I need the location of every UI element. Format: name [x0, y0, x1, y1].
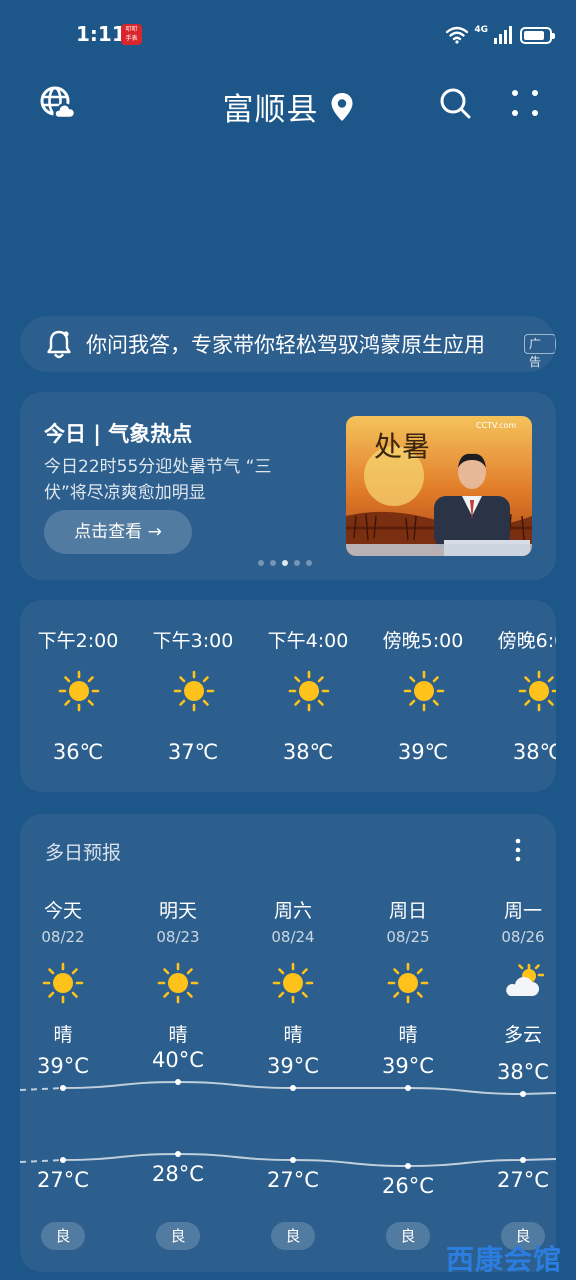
daily-forecast-card[interactable]: 多日预报 今天 08/22 晴 39°C 27°C 良 明天 08/23 晴 4…: [20, 814, 556, 1272]
sun-icon: [403, 670, 445, 712]
hourly-item: 傍晚6:00 38℃: [480, 600, 556, 792]
app-notification-icon: 叩叩 手表: [121, 24, 142, 45]
wifi-icon: [446, 26, 469, 44]
city-name: 富顺县: [222, 92, 319, 128]
day-condition: 晴: [53, 1024, 73, 1046]
day-low-temp: 27°C: [37, 1168, 89, 1192]
daily-item[interactable]: 明天 08/23 晴 40°C 28°C 良: [120, 814, 236, 1272]
day-high-temp: 40°C: [152, 1048, 204, 1072]
sun-icon: [518, 670, 556, 712]
hourly-item: 下午4:00 38℃: [250, 600, 366, 792]
day-date: 08/22: [41, 928, 85, 946]
hour-temperature: 39℃: [397, 740, 449, 764]
status-icons: 4G: [446, 22, 555, 48]
watermark-logo: 西康会馆: [446, 1243, 563, 1276]
sun-icon: [173, 670, 215, 712]
four-dots-icon: [512, 90, 538, 116]
day-high-temp: 38°C: [497, 1060, 549, 1084]
news-description: 今日22时55分迎处暑节气 “三伏”将尽凉爽愈加明显: [44, 457, 272, 503]
hourly-forecast-card[interactable]: 下午2:00 36℃ 下午3:00 37℃ 下午4:00 38℃ 傍晚5:00 …: [20, 600, 556, 792]
day-condition: 晴: [168, 1024, 188, 1046]
day-high-temp: 39°C: [267, 1054, 319, 1078]
hour-time: 下午4:00: [267, 630, 349, 652]
hour-time: 下午2:00: [37, 630, 119, 652]
day-name: 周六: [273, 900, 312, 922]
sun-icon: [387, 962, 429, 1004]
daily-item[interactable]: 今天 08/22 晴 39°C 27°C 良: [20, 814, 121, 1272]
carousel-dot-active[interactable]: [282, 560, 288, 566]
weather-app: 1:11 叩叩 手表 4G 富顺县 你问我答，专家带你轻松驾驭鸿蒙原生应用 广告…: [0, 0, 576, 1280]
carousel-dots: [258, 560, 312, 566]
news-thumbnail[interactable]: 处暑 CCTV.com: [346, 416, 532, 556]
hour-temperature: 38℃: [282, 740, 334, 764]
ad-banner[interactable]: 你问我答，专家带你轻松驾驭鸿蒙原生应用 广告✕: [20, 316, 556, 372]
day-condition: 晴: [398, 1024, 418, 1046]
weather-hot-news-card[interactable]: 今日 | 气象热点 今日22时55分迎处暑节气 “三伏”将尽凉爽愈加明显 点击查…: [20, 392, 556, 580]
news-broadcast-image: 处暑 CCTV.com: [346, 416, 532, 556]
network-type-label: 4G: [474, 25, 488, 35]
daily-item[interactable]: 周日 08/25 晴 39°C 26°C 良: [350, 814, 466, 1272]
hour-time: 下午3:00: [152, 630, 234, 652]
hourly-item: 下午2:00 36℃: [20, 600, 136, 792]
hour-time: 傍晚5:00: [382, 630, 464, 652]
day-name: 今天: [43, 900, 82, 922]
hour-temperature: 38℃: [512, 740, 556, 764]
day-condition: 晴: [283, 1024, 303, 1046]
day-date: 08/23: [156, 928, 200, 946]
air-quality-badge: 良: [386, 1222, 430, 1250]
location-pin-icon: [331, 92, 353, 121]
sun-icon: [157, 962, 199, 1004]
bell-icon: [47, 330, 71, 359]
day-name: 明天: [158, 900, 197, 922]
carousel-dot[interactable]: [258, 560, 264, 566]
day-date: 08/26: [501, 928, 545, 946]
ad-close-badge[interactable]: 广告✕: [524, 334, 556, 369]
day-low-temp: 27°C: [497, 1168, 549, 1192]
day-high-temp: 39°C: [382, 1054, 434, 1078]
day-low-temp: 28°C: [152, 1162, 204, 1186]
more-options-button[interactable]: [508, 86, 542, 120]
sun-icon: [42, 962, 84, 1004]
day-low-temp: 27°C: [267, 1168, 319, 1192]
day-high-temp: 39°C: [37, 1054, 89, 1078]
hour-temperature: 37℃: [167, 740, 219, 764]
daily-item[interactable]: 周一 08/26 多云 38°C 27°C 良: [465, 814, 556, 1272]
day-date: 08/24: [271, 928, 315, 946]
top-bar: 富顺县: [0, 78, 576, 134]
air-quality-badge: 良: [271, 1222, 315, 1250]
sun-icon: [288, 670, 330, 712]
daily-item[interactable]: 周六 08/24 晴 39°C 27°C 良: [235, 814, 351, 1272]
sun-icon: [58, 670, 100, 712]
search-icon: [440, 88, 471, 119]
status-bar: 1:11 叩叩 手表 4G: [0, 0, 576, 70]
battery-icon: [520, 26, 555, 44]
hour-temperature: 36℃: [52, 740, 104, 764]
sun-icon: [272, 962, 314, 1004]
partly-cloudy-icon: [506, 963, 544, 996]
day-condition: 多云: [503, 1024, 542, 1046]
signal-icon: [494, 26, 512, 44]
day-date: 08/25: [386, 928, 430, 946]
day-name: 周一: [503, 900, 542, 922]
news-title: 今日 | 气象热点: [44, 422, 193, 446]
status-time: 1:11: [76, 22, 126, 46]
carousel-dot[interactable]: [306, 560, 312, 566]
news-image-caption: 处暑: [374, 430, 430, 463]
search-button[interactable]: [438, 86, 472, 120]
carousel-dot[interactable]: [270, 560, 276, 566]
news-image-logo: CCTV.com: [476, 421, 516, 430]
hourly-item: 下午3:00 37℃: [135, 600, 251, 792]
day-name: 周日: [388, 900, 427, 922]
hourly-item: 傍晚5:00 39℃: [365, 600, 481, 792]
view-news-button[interactable]: 点击查看 →: [44, 510, 192, 554]
hour-time: 傍晚6:00: [497, 630, 556, 652]
ad-text: 你问我答，专家带你轻松驾驭鸿蒙原生应用: [86, 333, 485, 357]
carousel-dot[interactable]: [294, 560, 300, 566]
air-quality-badge: 良: [41, 1222, 85, 1250]
city-title[interactable]: 富顺县: [0, 84, 576, 129]
air-quality-badge: 良: [156, 1222, 200, 1250]
day-low-temp: 26°C: [382, 1174, 434, 1198]
